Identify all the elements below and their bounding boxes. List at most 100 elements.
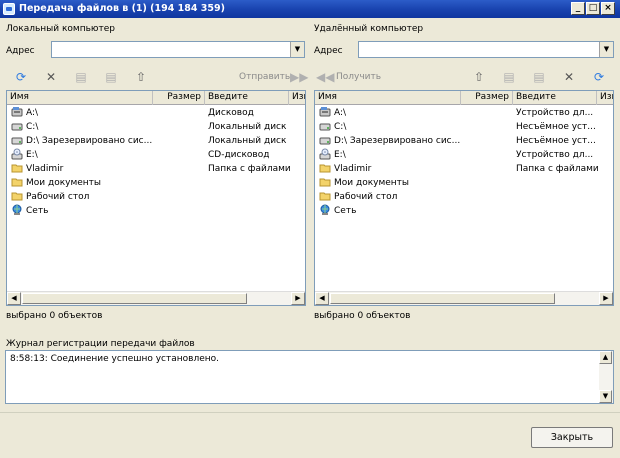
col-type-header[interactable]: Введите (205, 91, 289, 105)
delete-icon[interactable]: ✕ (562, 70, 576, 84)
scroll-thumb[interactable] (22, 293, 247, 304)
row-name: C:\ (334, 122, 347, 132)
col-modified-header[interactable]: Изм (289, 91, 305, 105)
row-type: Локальный диск (208, 136, 287, 146)
table-row[interactable]: D:\ Зарезервировано сис... Несъёмное уст.… (315, 134, 613, 148)
row-name: Vladimir (26, 164, 64, 174)
local-address-label: Адрес (6, 46, 35, 56)
table-row[interactable]: Рабочий стол (7, 190, 305, 204)
local-address-combo[interactable]: ▼ (51, 41, 305, 58)
refresh-icon[interactable]: ⟳ (14, 70, 28, 84)
table-row[interactable]: Мои документы (315, 176, 613, 190)
row-type: Папка с файлами (516, 164, 598, 174)
remote-horizontal-scrollbar[interactable]: ◀ ▶ (315, 291, 613, 305)
remote-file-list[interactable]: Имя Размер Введите Изм A:\ Устройство дл.… (314, 90, 614, 306)
new-folder-icon[interactable]: ▤ (74, 70, 88, 84)
row-name: Рабочий стол (334, 192, 398, 202)
folder-icon (319, 190, 331, 202)
refresh-icon[interactable]: ⟳ (592, 70, 606, 84)
floppy-drive-icon (11, 106, 23, 118)
rename-icon[interactable]: ▤ (104, 70, 118, 84)
network-icon (319, 204, 331, 216)
remote-status: выбрано 0 объектов (314, 311, 411, 321)
table-row[interactable]: Рабочий стол (315, 190, 613, 204)
row-name: C:\ (26, 122, 39, 132)
hard-drive-icon (319, 120, 331, 132)
local-toolbar: ⟳ ✕ ▤ ▤ ⇧ Отправить ▶▶ (6, 68, 309, 86)
delete-icon[interactable]: ✕ (44, 70, 58, 84)
row-name: D:\ Зарезервировано сис... (26, 136, 153, 146)
send-arrow-icon[interactable]: ▶▶ (290, 70, 308, 84)
floppy-drive-icon (319, 106, 331, 118)
cd-drive-icon (11, 148, 23, 160)
title-bar: Передача файлов в (1) (194 184 359) _ □ … (0, 0, 620, 18)
scroll-left-icon[interactable]: ◀ (315, 292, 329, 305)
hard-drive-icon (11, 120, 23, 132)
table-row[interactable]: A:\ Дисковод (7, 106, 305, 120)
up-folder-icon[interactable]: ⇧ (134, 70, 148, 84)
new-folder-icon[interactable]: ▤ (532, 70, 546, 84)
close-window-button[interactable]: × (601, 2, 615, 15)
maximize-button[interactable]: □ (586, 2, 600, 15)
row-name: Vladimir (334, 164, 372, 174)
row-type: CD-дисковод (208, 150, 270, 160)
table-row[interactable]: E:\ CD-дисковод (7, 148, 305, 162)
window-title: Передача файлов в (1) (194 184 359) (19, 3, 225, 14)
table-row[interactable]: Vladimir Папка с файлами (7, 162, 305, 176)
remote-panel-label: Удалённый компьютер (314, 24, 424, 34)
folder-icon (319, 162, 331, 174)
log-vertical-scrollbar[interactable]: ▲ ▼ (599, 351, 613, 403)
table-row[interactable]: D:\ Зарезервировано сис... Локальный диск (7, 134, 305, 148)
folder-icon (11, 190, 23, 202)
close-button[interactable]: Закрыть (531, 427, 613, 448)
table-row[interactable]: Vladimir Папка с файлами (315, 162, 613, 176)
local-file-list[interactable]: Имя Размер Введите Изм A:\ Дисковод C:\ Лок… (6, 90, 306, 306)
cd-drive-icon (319, 148, 331, 160)
row-name: A:\ (26, 108, 39, 118)
local-list-header: Имя Размер Введите Изм (7, 91, 305, 105)
remote-toolbar: ◀◀ Получить ⇧ ▤ ▤ ✕ ⟳ (314, 68, 614, 86)
chevron-down-icon[interactable]: ▼ (599, 42, 613, 57)
table-row[interactable]: Мои документы (7, 176, 305, 190)
remote-address-combo[interactable]: ▼ (358, 41, 614, 58)
hard-drive-icon (11, 134, 23, 146)
scroll-right-icon[interactable]: ▶ (291, 292, 305, 305)
col-type-header[interactable]: Введите (513, 91, 597, 105)
row-name: A:\ (334, 108, 347, 118)
scroll-up-icon[interactable]: ▲ (599, 351, 612, 364)
row-name: E:\ (334, 150, 346, 160)
rename-icon[interactable]: ▤ (502, 70, 516, 84)
network-icon (11, 204, 23, 216)
col-size-header[interactable]: Размер (461, 91, 513, 105)
table-row[interactable]: E:\ Устройство дл... (315, 148, 613, 162)
scroll-right-icon[interactable]: ▶ (599, 292, 613, 305)
remote-list-header: Имя Размер Введите Изм (315, 91, 613, 105)
col-name-header[interactable]: Имя (7, 91, 153, 105)
folder-icon (11, 176, 23, 188)
scroll-down-icon[interactable]: ▼ (599, 390, 612, 403)
col-name-header[interactable]: Имя (315, 91, 461, 105)
col-size-header[interactable]: Размер (153, 91, 205, 105)
table-row[interactable]: C:\ Локальный диск (7, 120, 305, 134)
col-modified-header[interactable]: Изм (597, 91, 613, 105)
up-folder-icon[interactable]: ⇧ (472, 70, 486, 84)
table-row[interactable]: A:\ Устройство дл... (315, 106, 613, 120)
minimize-button[interactable]: _ (571, 2, 585, 15)
scroll-thumb[interactable] (330, 293, 555, 304)
row-name: Рабочий стол (26, 192, 90, 202)
send-label[interactable]: Отправить (239, 72, 290, 82)
local-horizontal-scrollbar[interactable]: ◀ ▶ (7, 291, 305, 305)
table-row[interactable]: C:\ Несъёмное уст... (315, 120, 613, 134)
row-type: Локальный диск (208, 122, 287, 132)
scroll-left-icon[interactable]: ◀ (7, 292, 21, 305)
table-row[interactable]: Сеть (315, 204, 613, 218)
receive-label[interactable]: Получить (336, 72, 381, 82)
chevron-down-icon[interactable]: ▼ (290, 42, 304, 57)
remote-address-label: Адрес (314, 46, 343, 56)
folder-icon (11, 162, 23, 174)
receive-arrow-icon[interactable]: ◀◀ (316, 70, 334, 84)
footer: Закрыть (0, 412, 620, 458)
transfer-log[interactable]: 8:58:13: Соединение успешно установлено.… (5, 350, 614, 404)
row-type: Устройство дл... (516, 150, 594, 160)
table-row[interactable]: Сеть (7, 204, 305, 218)
